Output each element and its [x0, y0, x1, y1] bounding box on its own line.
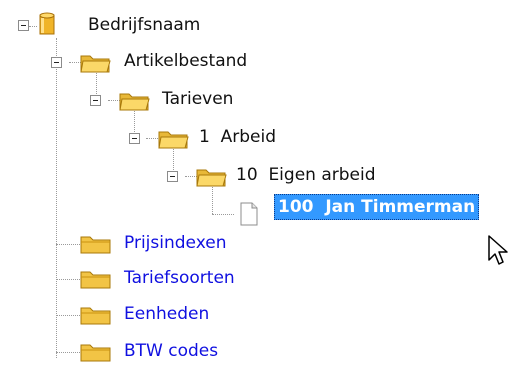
folder-icon: [80, 236, 111, 254]
tree-node-btw-codes[interactable]: BTW codes: [124, 339, 218, 363]
tree-connector: [29, 26, 37, 27]
folder-open-icon: [80, 55, 111, 73]
tree-connector: [56, 279, 80, 280]
tree-node-jan-timmerman[interactable]: 100 Jan Timmerman: [274, 194, 480, 220]
folder-open-icon: [158, 131, 189, 149]
folder-icon: [80, 271, 111, 289]
tree-node-eenheden[interactable]: Eenheden: [124, 302, 209, 326]
collapse-toggle[interactable]: [18, 20, 29, 31]
collapse-toggle[interactable]: [90, 95, 101, 106]
folder-icon: [80, 344, 111, 362]
tree-view: Bedrijfsnaam Artikelbestand Tarieven 1 A…: [0, 0, 514, 365]
tree-node-artikelbestand[interactable]: Artikelbestand: [124, 49, 247, 73]
tree-connector: [56, 315, 80, 316]
tree-connector: [56, 352, 80, 353]
tree-connector: [56, 244, 80, 245]
collapse-toggle[interactable]: [167, 171, 178, 182]
tree-node-tariefsoorten[interactable]: Tariefsoorten: [124, 266, 235, 290]
tree-node-tarieven[interactable]: Tarieven: [162, 87, 233, 111]
database-icon: [39, 12, 55, 35]
mouse-cursor-icon: [488, 235, 508, 265]
tree-connector: [146, 138, 158, 139]
collapse-toggle[interactable]: [51, 57, 62, 68]
tree-connector: [212, 214, 234, 215]
tree-connector: [56, 38, 57, 358]
tree-connector: [212, 184, 213, 214]
tree-node-arbeid[interactable]: 1 Arbeid: [199, 125, 276, 149]
document-icon: [240, 202, 258, 226]
collapse-toggle[interactable]: [129, 133, 140, 144]
folder-icon: [80, 307, 111, 325]
tree-node-root[interactable]: Bedrijfsnaam: [88, 13, 200, 37]
folder-open-icon: [119, 93, 150, 111]
tree-node-prijsindexen[interactable]: Prijsindexen: [124, 231, 226, 255]
tree-node-eigen-arbeid[interactable]: 10 Eigen arbeid: [236, 163, 376, 187]
folder-open-icon: [196, 169, 227, 187]
